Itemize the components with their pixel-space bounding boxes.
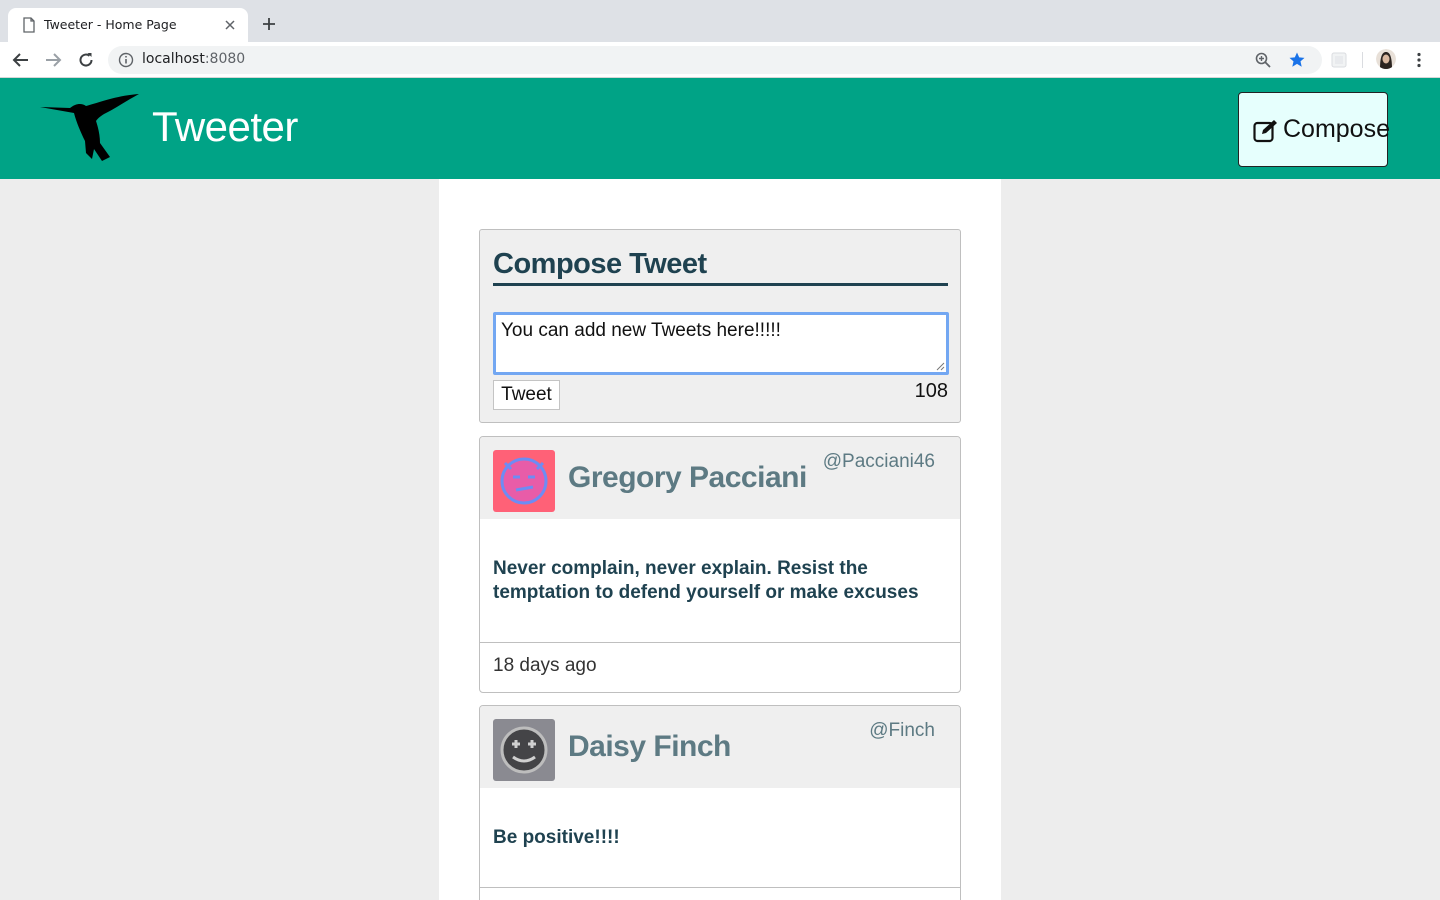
main-content: Compose Tweet You can add new Tweets her… [439, 179, 1001, 900]
zoom-icon[interactable] [1254, 51, 1272, 69]
compose-button-label: Compose [1283, 115, 1390, 143]
browser-tabstrip: Tweeter - Home Page [0, 0, 1440, 42]
extension-icon[interactable] [1330, 51, 1348, 69]
compose-tweet-form: Compose Tweet You can add new Tweets her… [479, 229, 961, 423]
kebab-menu-icon[interactable] [1410, 51, 1428, 69]
avatar [493, 719, 555, 781]
user-avatar-icon [493, 719, 555, 781]
profile-avatar[interactable] [1376, 49, 1396, 69]
tweet-author-handle: @Pacciani46 [822, 451, 935, 472]
url-host: localhost [142, 51, 205, 67]
tweet-header: Daisy Finch @Finch [480, 706, 960, 788]
browser-toolbar: localhost:8080 [0, 42, 1440, 78]
tweet-content: Never complain, never explain. Resist th… [493, 558, 919, 603]
url-port: :8080 [204, 51, 246, 67]
bookmark-star-icon[interactable] [1288, 51, 1306, 69]
url-text: localhost:8080 [142, 51, 245, 67]
reload-icon[interactable] [77, 51, 95, 69]
address-bar[interactable]: localhost:8080 [108, 46, 1322, 74]
tweet-header: Gregory Pacciani @Pacciani46 [480, 437, 960, 519]
tweet-card: Gregory Pacciani @Pacciani46 Never compl… [479, 436, 961, 693]
hummingbird-logo-icon [40, 94, 139, 161]
toolbar-divider [1362, 52, 1363, 68]
tweet-content: Be positive!!!! [493, 827, 620, 848]
tweet-footer [480, 887, 960, 900]
tweet-author-name: Gregory Pacciani [568, 461, 807, 494]
profile-avatar-icon [1376, 49, 1396, 69]
app-header: Tweeter Compose [0, 78, 1440, 179]
document-icon [23, 17, 35, 33]
tab-title: Tweeter - Home Page [44, 17, 177, 32]
compose-button[interactable]: Compose [1238, 92, 1390, 167]
forward-arrow-icon[interactable] [44, 51, 62, 69]
edit-icon [1253, 120, 1277, 143]
new-tab-icon[interactable] [260, 15, 278, 33]
info-icon[interactable] [118, 52, 134, 68]
compose-heading: Compose Tweet [493, 248, 948, 286]
app-title: Tweeter [152, 103, 298, 150]
tweet-author-handle: @Finch [869, 720, 935, 741]
avatar [493, 450, 555, 512]
browser-tab[interactable]: Tweeter - Home Page [8, 8, 248, 42]
tweet-author-name: Daisy Finch [568, 730, 731, 763]
tweet-button[interactable]: Tweet [493, 380, 560, 410]
back-arrow-icon[interactable] [12, 51, 30, 69]
character-counter: 108 [914, 380, 948, 402]
user-avatar-icon [493, 450, 555, 512]
tweet-footer: 18 days ago [480, 642, 960, 692]
close-tab-icon[interactable] [222, 17, 238, 33]
tweet-textarea[interactable]: You can add new Tweets here!!!!! [493, 312, 949, 375]
tweet-timestamp: 18 days ago [493, 655, 597, 676]
tweet-card: Daisy Finch @Finch Be positive!!!! [479, 705, 961, 900]
resize-grip-icon[interactable] [935, 361, 945, 371]
